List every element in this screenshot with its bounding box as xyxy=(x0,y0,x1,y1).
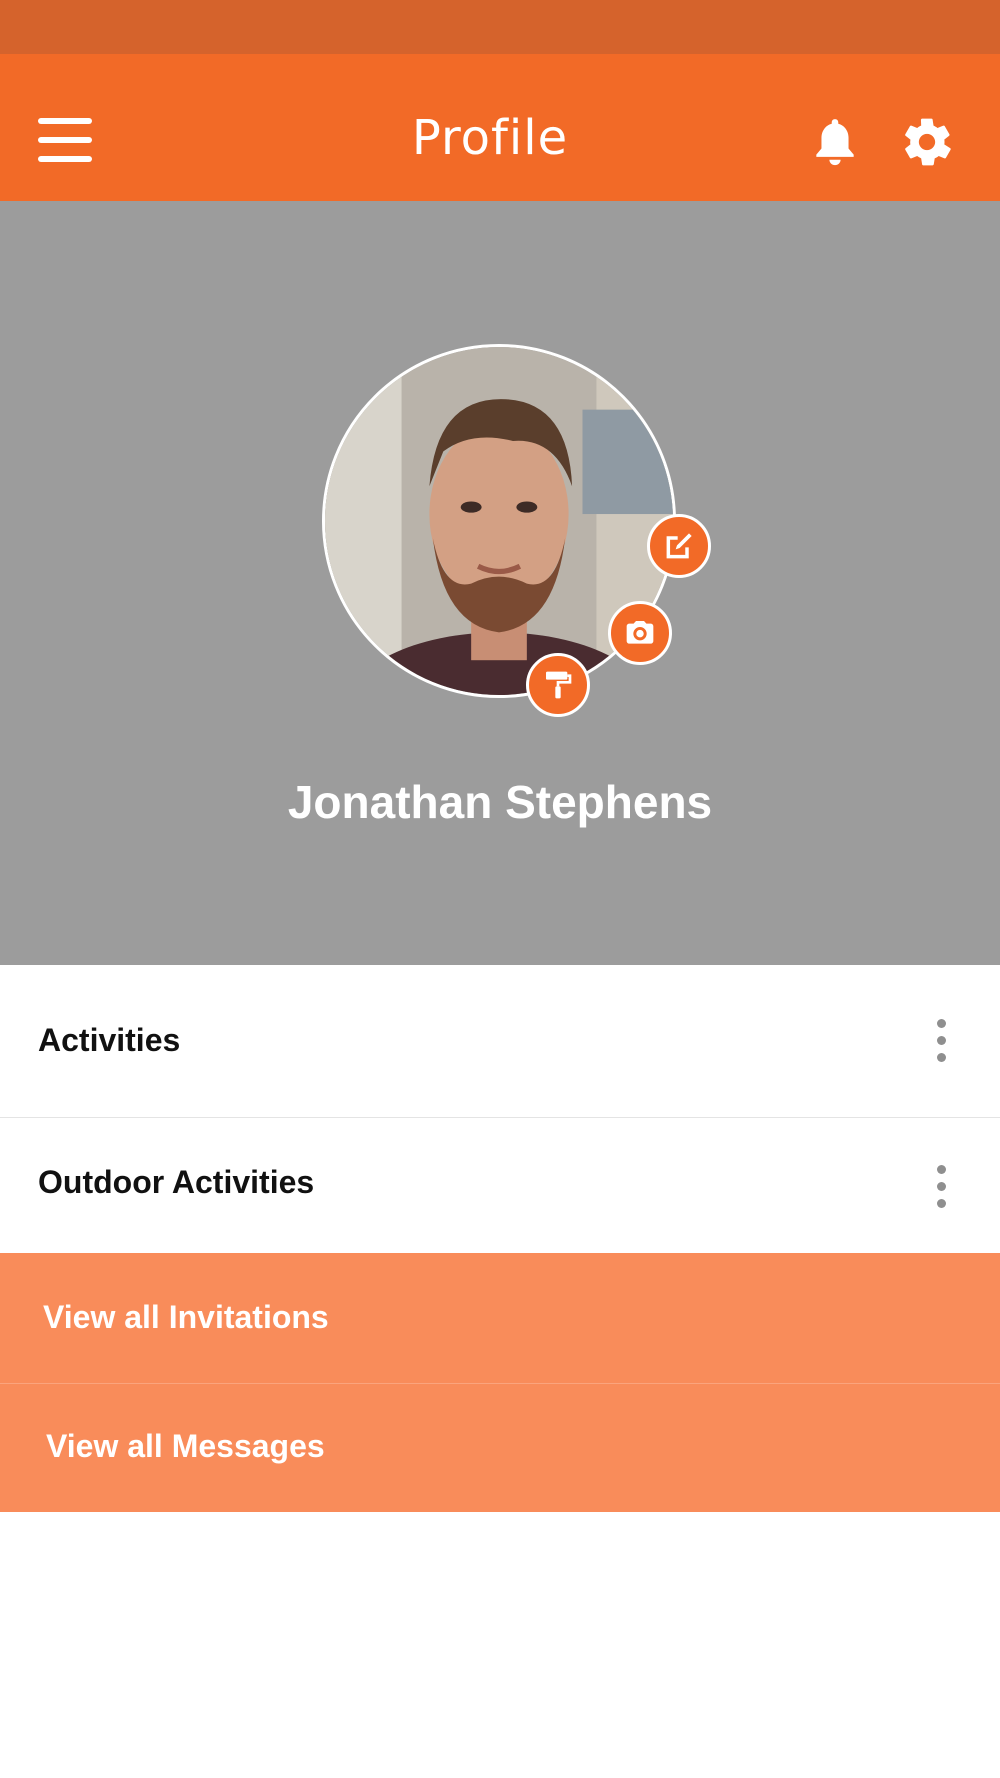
status-bar xyxy=(0,0,1000,54)
paint-roller-icon[interactable] xyxy=(526,653,590,717)
hamburger-menu-icon[interactable] xyxy=(30,112,100,168)
profile-name: Jonathan Stephens xyxy=(287,776,713,828)
more-vertical-icon[interactable] xyxy=(925,1157,959,1217)
list-item-label: Activities xyxy=(38,1022,181,1058)
gear-icon[interactable] xyxy=(899,114,955,170)
list-item-outdoor-activities[interactable]: Outdoor Activities xyxy=(0,1118,1000,1253)
view-invitations-label: View all Invitations xyxy=(43,1299,329,1335)
bell-icon[interactable] xyxy=(807,114,863,170)
more-vertical-icon[interactable] xyxy=(925,1011,959,1071)
view-messages-button[interactable]: View all Messages xyxy=(0,1384,1000,1512)
view-invitations-button[interactable]: View all Invitations xyxy=(0,1253,1000,1384)
list-item-activities[interactable]: Activities xyxy=(0,965,1000,1118)
page-title: Profile xyxy=(411,110,569,166)
camera-icon[interactable] xyxy=(608,601,672,665)
edit-icon[interactable] xyxy=(647,514,711,578)
list-item-label: Outdoor Activities xyxy=(38,1164,315,1200)
view-messages-label: View all Messages xyxy=(46,1428,325,1464)
profile-header: Jonathan Stephens xyxy=(0,201,1000,965)
app-bar: Profile xyxy=(0,54,1000,201)
